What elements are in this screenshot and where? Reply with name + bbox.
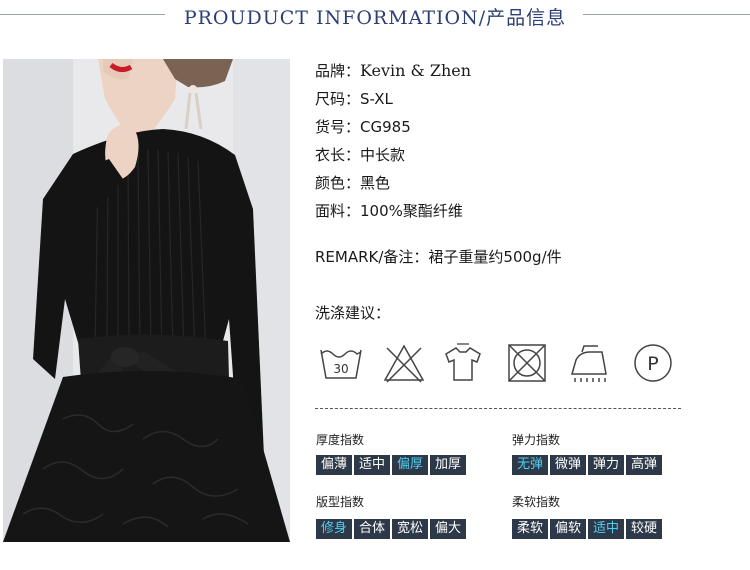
spec-color: 颜色：黑色 <box>315 173 471 201</box>
spec-brand: 品牌：Kevin & Zhen <box>315 61 471 89</box>
section-title: PROUDUCT INFORMATION/产品信息 <box>183 7 567 29</box>
product-specs: 品牌：Kevin & Zhen 尺码：S-XL 货号：CG985 衣长：中长款 … <box>315 61 471 229</box>
spec-size-value: S-XL <box>360 90 393 108</box>
elasticity-index-label: 弹力指数 <box>512 433 561 447</box>
elasticity-option: 高弹 <box>626 455 663 475</box>
softness-index-label: 柔软指数 <box>512 495 561 509</box>
remark-label: REMARK/备注： <box>315 248 429 266</box>
spec-size: 尺码：S-XL <box>315 89 471 117</box>
spec-fabric-label: 面料： <box>315 202 361 220</box>
fit-index-options: 修身 合体 宽松 偏大 <box>316 519 467 539</box>
spec-brand-value: Kevin & Zhen <box>360 61 472 80</box>
svg-text:P: P <box>647 353 658 375</box>
elasticity-option: 微弹 <box>550 455 587 475</box>
thickness-option: 加厚 <box>430 455 467 475</box>
fit-option: 合体 <box>354 519 391 539</box>
dashed-divider <box>315 408 681 409</box>
thickness-option: 偏薄 <box>316 455 353 475</box>
header-divider-right <box>583 14 750 15</box>
no-bleach-icon <box>381 340 427 386</box>
softness-option-selected: 适中 <box>588 519 625 539</box>
washing-advice-label: 洗涤建议： <box>315 304 391 322</box>
softness-option: 柔软 <box>512 519 549 539</box>
fit-option-selected: 修身 <box>316 519 353 539</box>
spec-brand-label: 品牌： <box>315 62 361 80</box>
elasticity-index-options: 无弹 微弹 弹力 高弹 <box>512 455 663 475</box>
dry-clean-p-icon: P <box>630 340 676 386</box>
remark: REMARK/备注：裙子重量约500g/件 <box>315 246 562 267</box>
dry-flat-icon <box>440 340 486 386</box>
spec-length-value: 中长款 <box>360 146 406 164</box>
thickness-index-options: 偏薄 适中 偏厚 加厚 <box>316 455 467 475</box>
spec-fabric-value: 100%聚酯纤维 <box>360 202 463 220</box>
softness-option: 较硬 <box>626 519 663 539</box>
spec-item-number: 货号：CG985 <box>315 117 471 145</box>
svg-text:30: 30 <box>333 362 348 376</box>
spec-item-number-value: CG985 <box>360 118 411 136</box>
low-iron-icon <box>566 340 612 386</box>
spec-item-number-label: 货号： <box>315 118 361 136</box>
thickness-option: 适中 <box>354 455 391 475</box>
spec-length-label: 衣长： <box>315 146 361 164</box>
wash-30-icon: 30 <box>318 340 364 386</box>
thickness-index-label: 厚度指数 <box>316 433 365 447</box>
product-photo <box>3 59 290 542</box>
spec-fabric: 面料：100%聚酯纤维 <box>315 201 471 229</box>
spec-size-label: 尺码： <box>315 90 361 108</box>
no-tumble-dry-icon <box>504 340 550 386</box>
softness-option: 偏软 <box>550 519 587 539</box>
spec-color-value: 黑色 <box>360 174 391 192</box>
fit-option: 宽松 <box>392 519 429 539</box>
thickness-option-selected: 偏厚 <box>392 455 429 475</box>
elasticity-option-selected: 无弹 <box>512 455 549 475</box>
spec-length: 衣长：中长款 <box>315 145 471 173</box>
section-header: PROUDUCT INFORMATION/产品信息 <box>0 0 750 32</box>
fit-option: 偏大 <box>430 519 467 539</box>
remark-value: 裙子重量约500g/件 <box>428 248 562 266</box>
fit-index-label: 版型指数 <box>316 495 365 509</box>
elasticity-option: 弹力 <box>588 455 625 475</box>
spec-color-label: 颜色： <box>315 174 361 192</box>
softness-index-options: 柔软 偏软 适中 较硬 <box>512 519 663 539</box>
